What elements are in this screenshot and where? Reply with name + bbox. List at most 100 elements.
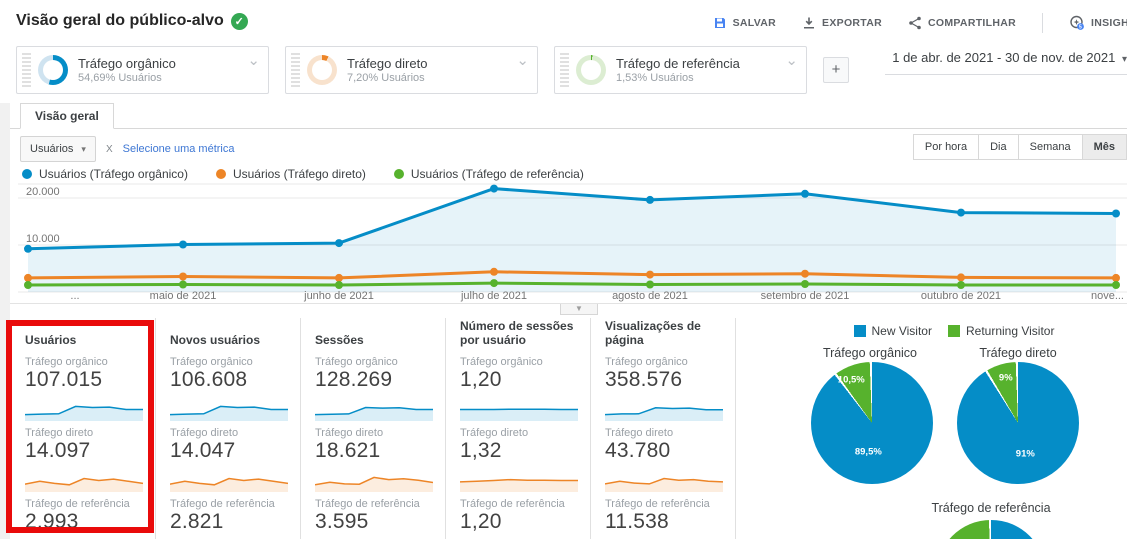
date-range-selector[interactable]: 1 de abr. de 2021 - 30 de nov. de 2021 ▾: [885, 50, 1127, 75]
drag-handle-icon[interactable]: [560, 53, 569, 87]
metric-cards-row: Usuários Tráfego orgânico 107.015 Tráfeg…: [10, 318, 1127, 539]
pie-title-organic: Tráfego orgânico: [795, 346, 945, 360]
sparkline: [460, 466, 578, 492]
sparkline: [25, 395, 143, 421]
pie-title-direct: Tráfego direto: [943, 346, 1093, 360]
line-chart: 10.00020.000...maio de 2021junho de 2021…: [10, 183, 1127, 303]
legend-swatch: [854, 325, 866, 337]
card-new-users[interactable]: Novos usuários Tráfego orgânico 106.608 …: [170, 318, 301, 539]
svg-text:...: ...: [70, 290, 79, 302]
metric-controls: Usuários ▾ X Selecione uma métrica: [20, 136, 235, 162]
segment-chip-organic[interactable]: Tráfego orgânico 54,69% Usuários ⌄: [16, 46, 269, 94]
drag-handle-icon[interactable]: [291, 53, 300, 87]
pie-chart-referral: [936, 520, 1046, 539]
legend-item-organic: Usuários (Tráfego orgânico): [22, 167, 188, 181]
segment-chips-row: Tráfego orgânico 54,69% Usuários ⌄ Tráfe…: [16, 46, 849, 94]
pie-slice-label: 10,5%: [838, 375, 865, 386]
segment-name: Tráfego orgânico: [78, 56, 176, 72]
metric-value: 3.595: [315, 510, 436, 534]
metric-dropdown[interactable]: Usuários ▾: [20, 136, 96, 162]
collapse-chart-button[interactable]: ▼: [560, 304, 598, 315]
pie-legend-new-visitor: New Visitor: [854, 324, 932, 338]
segment-name: Tráfego direto: [347, 56, 427, 72]
sparkline: [315, 466, 433, 492]
card-pageviews[interactable]: Visualizações de página Tráfego orgânico…: [605, 318, 736, 539]
legend-dot-organic: [22, 169, 32, 179]
save-icon: [713, 16, 727, 30]
time-granularity-group: Por hora Dia Semana Mês: [913, 134, 1127, 160]
share-button[interactable]: COMPARTILHAR: [908, 16, 1016, 30]
pie-slice-label: 91%: [1016, 448, 1035, 459]
legend-dot-direct: [216, 169, 226, 179]
chevron-down-icon[interactable]: ⌄: [516, 53, 529, 68]
line-chart-svg: 10.00020.000...maio de 2021junho de 2021…: [10, 183, 1127, 303]
pie-chart-organic: 10,5% 89,5%: [811, 362, 933, 484]
metric-value: 11.538: [605, 510, 726, 534]
segment-donut-organic: [38, 55, 68, 85]
save-button[interactable]: SALVAR: [713, 16, 776, 30]
metric-value: 1,32: [460, 439, 581, 463]
report-header: Visão geral do público-alvo ✓ SALVAR EXP…: [0, 0, 1127, 42]
metric-value: 14.097: [25, 439, 146, 463]
metric-value: 358.576: [605, 368, 726, 392]
chevron-down-icon[interactable]: ⌄: [785, 53, 798, 68]
tab-overview[interactable]: Visão geral: [20, 103, 114, 129]
segment-chip-referral[interactable]: Tráfego de referência 1,53% Usuários ⌄: [554, 46, 807, 94]
page-title: Visão geral do público-alvo ✓: [16, 12, 248, 30]
sparkline: [460, 395, 578, 421]
pie-chart-direct: 9% 91%: [957, 362, 1079, 484]
sparkline: [315, 395, 433, 421]
svg-text:20.000: 20.000: [26, 186, 60, 198]
segment-donut-direct: [307, 55, 337, 85]
main-panel: Visão geral Usuários ▾ X Selecione uma m…: [10, 103, 1127, 539]
metric-value: 106.608: [170, 368, 291, 392]
legend-item-direct: Usuários (Tráfego direto): [216, 167, 366, 181]
metric-value: 43.780: [605, 439, 726, 463]
sparkline: [170, 466, 288, 492]
sparkline: [605, 395, 723, 421]
metric-value: 1,20: [460, 510, 581, 534]
metric-value: 1,20: [460, 368, 581, 392]
insights-icon: 5: [1069, 15, 1085, 31]
card-title: Sessões: [315, 318, 436, 350]
legend-swatch: [948, 325, 960, 337]
pie-title-referral: Tráfego de referência: [891, 501, 1091, 515]
sparkline: [170, 395, 288, 421]
add-segment-button[interactable]: +: [823, 57, 849, 83]
pie-slice-label: 89,5%: [855, 447, 882, 458]
card-sessions-per-user[interactable]: Número de sessões por usuário Tráfego or…: [460, 318, 591, 539]
metric-value: 18.621: [315, 439, 436, 463]
segment-chip-direct[interactable]: Tráfego direto 7,20% Usuários ⌄: [285, 46, 538, 94]
metric-value: 107.015: [25, 368, 146, 392]
card-title: Visualizações de página: [605, 318, 726, 350]
drag-handle-icon[interactable]: [22, 53, 31, 87]
svg-text:10.000: 10.000: [26, 233, 60, 245]
visitor-pies-section: New Visitor Returning Visitor Tráfego or…: [795, 318, 1127, 539]
actions-divider: [1042, 13, 1043, 33]
share-icon: [908, 16, 922, 30]
tab-bar: Visão geral: [10, 103, 1127, 129]
segment-stat: 54,69% Usuários: [78, 72, 176, 84]
card-sessions[interactable]: Sessões Tráfego orgânico 128.269 Tráfego…: [315, 318, 446, 539]
svg-text:outubro de 2021: outubro de 2021: [921, 290, 1001, 302]
remove-metric-button[interactable]: X: [106, 144, 113, 155]
card-title: Novos usuários: [170, 318, 291, 350]
select-metric-link[interactable]: Selecione uma métrica: [123, 143, 235, 155]
granularity-week-button[interactable]: Semana: [1019, 134, 1083, 160]
chevron-down-icon: ▾: [81, 144, 86, 155]
granularity-day-button[interactable]: Dia: [979, 134, 1019, 160]
card-title: Número de sessões por usuário: [460, 318, 581, 350]
insights-button[interactable]: 5 INSIGHTS: [1069, 15, 1127, 31]
svg-text:nove...: nove...: [1091, 290, 1124, 302]
card-users[interactable]: Usuários Tráfego orgânico 107.015 Tráfeg…: [25, 318, 156, 539]
chart-legend: Usuários (Tráfego orgânico) Usuários (Tr…: [22, 167, 584, 181]
pie-legend: New Visitor Returning Visitor: [795, 324, 1113, 338]
chevron-down-icon[interactable]: ⌄: [247, 53, 260, 68]
granularity-month-button[interactable]: Mês: [1083, 134, 1127, 160]
granularity-hourly-button[interactable]: Por hora: [913, 134, 979, 160]
export-button[interactable]: EXPORTAR: [802, 16, 882, 30]
download-icon: [802, 16, 816, 30]
sparkline: [25, 466, 143, 492]
legend-dot-referral: [394, 169, 404, 179]
date-range-text: 1 de abr. de 2021 - 30 de nov. de 2021: [892, 50, 1115, 65]
